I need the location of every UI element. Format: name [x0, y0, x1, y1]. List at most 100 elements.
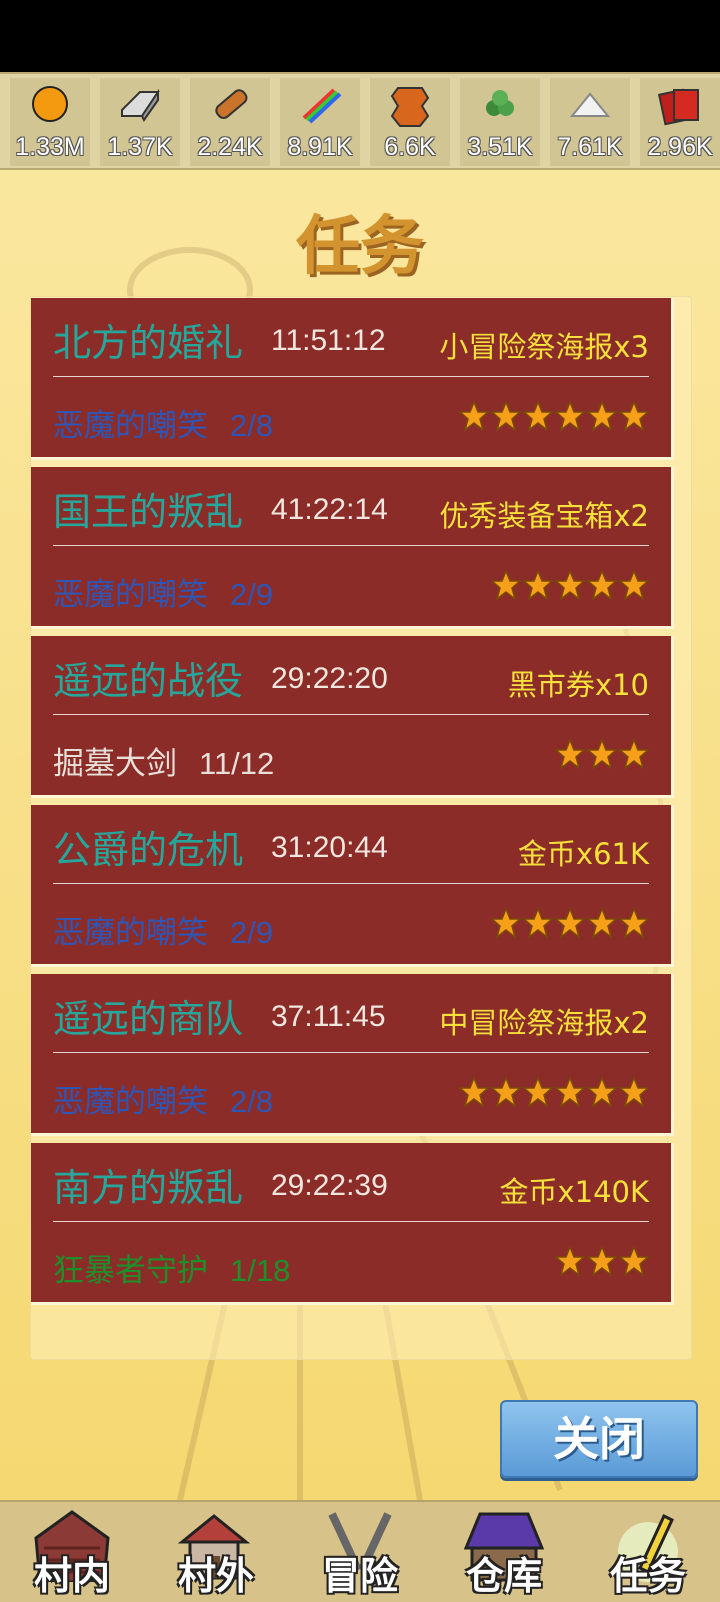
- quest-card[interactable]: 国王的叛乱 41:22:14 优秀装备宝箱x2 恶魔的嘲笑 2/9: [31, 467, 674, 629]
- quest-reward: 黑市券x10: [507, 668, 649, 702]
- close-button[interactable]: 关闭: [500, 1400, 698, 1478]
- quest-timer: 41:22:14: [271, 493, 388, 526]
- quest-name: 遥远的战役: [53, 659, 244, 703]
- nav-label: 村外: [177, 1554, 254, 1598]
- resource-wood-value: 2.24K: [197, 133, 263, 161]
- quest-card[interactable]: 遥远的战役 29:22:20 黑市券x10 掘墓大剑 11/12: [31, 636, 674, 798]
- quest-enemy-name: 掘墓大剑: [53, 746, 177, 782]
- nav-label: 仓库: [465, 1554, 542, 1598]
- quest-enemy-name: 恶魔的嘲笑: [53, 1084, 208, 1120]
- nav-village-outside[interactable]: 村外: [144, 1502, 288, 1602]
- star-icon: [587, 1077, 617, 1107]
- quest-timer: 31:20:44: [271, 831, 388, 864]
- resource-crystal-value: 8.91K: [287, 133, 353, 161]
- resource-herb[interactable]: 3.51K: [460, 78, 540, 166]
- star-icon: [523, 908, 553, 938]
- quest-progress: 2/9: [230, 577, 274, 612]
- divider: [53, 1221, 649, 1222]
- star-icon: [491, 908, 521, 938]
- quest-reward: 金币x140K: [499, 1175, 649, 1209]
- quest-card[interactable]: 南方的叛乱 29:22:39 金币x140K 狂暴者守护 1/18: [31, 1143, 674, 1305]
- quest-enemy-name: 狂暴者守护: [53, 1253, 208, 1289]
- quest-card[interactable]: 公爵的危机 31:20:44 金币x61K 恶魔的嘲笑 2/9: [31, 805, 674, 967]
- star-icon: [459, 401, 489, 431]
- star-rating: [459, 1077, 649, 1107]
- star-rating: [491, 908, 649, 938]
- iron-ingot-icon: [121, 88, 160, 122]
- quest-card[interactable]: 遥远的商队 37:11:45 中冒险祭海报x2 恶魔的嘲笑 2/8: [31, 974, 674, 1136]
- quest-reward: 金币x61K: [517, 837, 649, 871]
- star-icon: [491, 1077, 521, 1107]
- status-bar: [0, 0, 720, 72]
- nav-quest[interactable]: 任务: [576, 1502, 720, 1602]
- quest-timer: 29:22:20: [271, 662, 388, 695]
- resource-gold[interactable]: 1.33M: [10, 78, 90, 166]
- resource-wood[interactable]: 2.24K: [190, 78, 270, 166]
- nav-village-inside[interactable]: 村内: [0, 1502, 144, 1602]
- star-rating: [491, 570, 649, 600]
- quest-name: 北方的婚礼: [53, 321, 244, 365]
- resource-crystal[interactable]: 8.91K: [280, 78, 360, 166]
- wood-log-icon: [215, 89, 248, 119]
- star-icon: [587, 1246, 617, 1276]
- resource-iron[interactable]: 1.37K: [100, 78, 180, 166]
- quest-reward: 中冒险祭海报x2: [439, 1006, 649, 1040]
- star-icon: [619, 570, 649, 600]
- star-icon: [619, 739, 649, 769]
- resource-salt[interactable]: 7.61K: [550, 78, 630, 166]
- rainbow-crystal-icon: [302, 88, 342, 124]
- star-icon: [619, 401, 649, 431]
- star-icon: [523, 401, 553, 431]
- salt-pile-icon: [569, 92, 611, 117]
- quest-reward: 优秀装备宝箱x2: [439, 499, 649, 533]
- star-rating: [555, 739, 649, 769]
- quest-enemy: 恶魔的嘲笑 2/9: [53, 907, 273, 952]
- star-icon: [619, 908, 649, 938]
- resource-bar: 1.33M 1.37K 2.24K 8.91K 6.6K 3.51K 7.61K…: [0, 72, 720, 170]
- quest-enemy: 狂暴者守护 1/18: [53, 1245, 290, 1290]
- quest-enemy: 恶魔的嘲笑 2/8: [53, 1076, 273, 1121]
- quest-progress: 1/18: [230, 1253, 291, 1288]
- resource-herb-value: 3.51K: [467, 133, 533, 161]
- nav-warehouse[interactable]: 仓库: [432, 1502, 576, 1602]
- quest-card[interactable]: 北方的婚礼 11:51:12 小冒险祭海报x3 恶魔的嘲笑 2/8: [31, 298, 674, 460]
- divider: [53, 883, 649, 884]
- star-icon: [555, 739, 585, 769]
- quest-timer: 11:51:12: [271, 324, 386, 357]
- divider: [53, 545, 649, 546]
- quest-timer: 29:22:39: [271, 1169, 388, 1202]
- star-icon: [587, 570, 617, 600]
- resource-cards[interactable]: 2.96K: [640, 78, 720, 166]
- bottom-nav: 村内 村外 冒险 仓库 任务: [0, 1500, 720, 1602]
- star-icon: [491, 401, 521, 431]
- quest-enemy-name: 恶魔的嘲笑: [53, 577, 208, 613]
- quest-enemy-name: 恶魔的嘲笑: [53, 915, 208, 951]
- quest-name: 遥远的商队: [53, 997, 244, 1041]
- star-icon: [523, 570, 553, 600]
- herb-icon: [486, 90, 514, 116]
- quest-enemy-name: 恶魔的嘲笑: [53, 408, 208, 444]
- nav-adventure[interactable]: 冒险: [288, 1502, 432, 1602]
- quest-progress: 2/8: [230, 408, 274, 443]
- star-rating: [459, 401, 649, 431]
- star-icon: [587, 739, 617, 769]
- leather-hide-icon: [390, 87, 430, 127]
- star-icon: [555, 401, 585, 431]
- star-icon: [555, 908, 585, 938]
- star-icon: [523, 1077, 553, 1107]
- quest-enemy: 恶魔的嘲笑 2/9: [53, 569, 273, 614]
- quest-name: 公爵的危机: [53, 828, 244, 872]
- resource-salt-value: 7.61K: [557, 133, 623, 161]
- resource-gold-value: 1.33M: [15, 133, 85, 161]
- star-icon: [619, 1077, 649, 1107]
- resource-leather-value: 6.6K: [384, 133, 436, 161]
- quest-enemy: 恶魔的嘲笑 2/8: [53, 400, 273, 445]
- star-icon: [555, 570, 585, 600]
- star-icon: [619, 1246, 649, 1276]
- star-icon: [491, 570, 521, 600]
- quest-enemy: 掘墓大剑 11/12: [53, 738, 274, 783]
- quest-progress: 11/12: [199, 746, 275, 781]
- page-title: 任务: [296, 210, 424, 284]
- resource-leather[interactable]: 6.6K: [370, 78, 450, 166]
- divider: [53, 714, 649, 715]
